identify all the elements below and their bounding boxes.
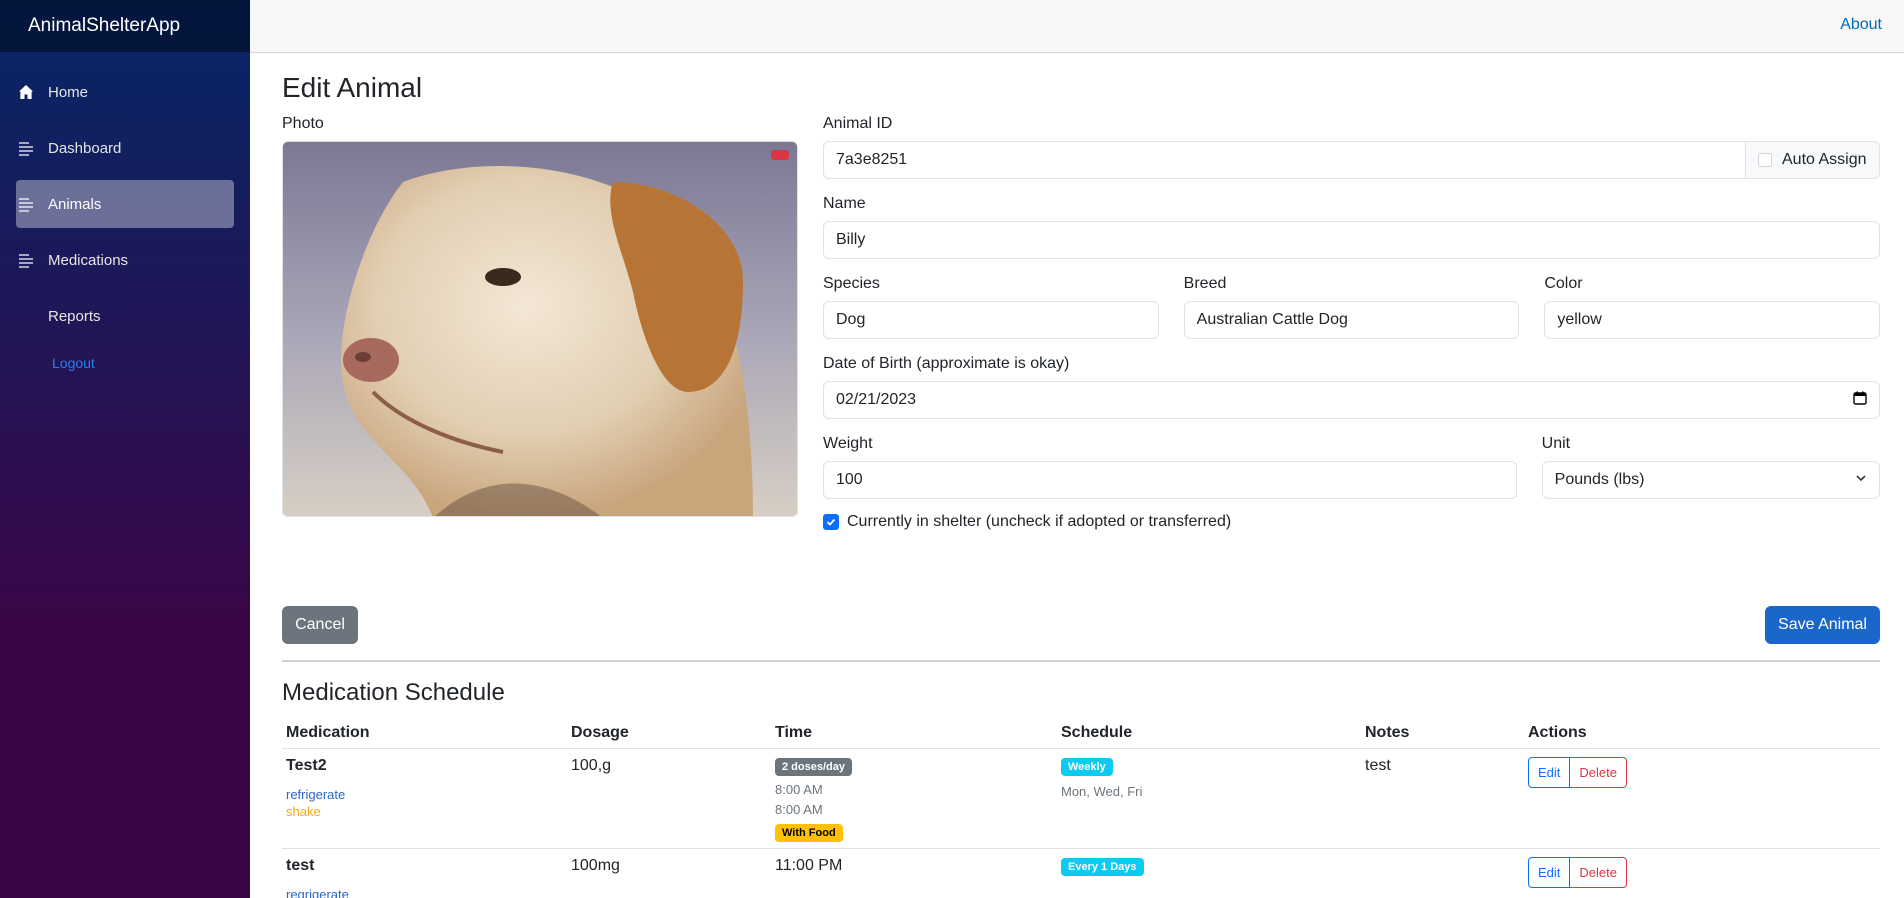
photo-label: Photo [282, 115, 324, 132]
photo-section: Photo [282, 115, 798, 517]
main-content: Edit Animal Photo Animal ID 7a3e8251 Aut… [282, 53, 1881, 898]
brand-link[interactable]: AnimalShelterApp [28, 15, 180, 37]
notes-cell [1361, 848, 1524, 898]
weight-input[interactable]: 100 [823, 461, 1517, 499]
auto-assign-label: Auto Assign [1782, 151, 1867, 168]
medication-name: test [286, 856, 315, 874]
chevron-down-icon [1855, 471, 1867, 489]
time-cell: 11:00 PM [771, 848, 1057, 898]
col-schedule: Schedule [1057, 718, 1361, 749]
animal-form: Animal ID 7a3e8251 Auto Assign Name Bill… [823, 115, 1881, 531]
doses-badge: 2 doses/day [775, 757, 852, 776]
col-notes: Notes [1361, 718, 1524, 749]
calendar-icon[interactable] [1853, 391, 1867, 410]
animal-photo[interactable] [282, 141, 798, 517]
sidebar-item-animals[interactable]: Animals [16, 180, 234, 228]
instructions: refrigerate shake [286, 785, 563, 819]
color-input[interactable]: yellow [1544, 301, 1881, 339]
instruction-item: refrigerate [286, 786, 346, 802]
top-bar: About [250, 0, 1904, 53]
about-link[interactable]: About [1840, 16, 1882, 34]
col-actions: Actions [1524, 718, 1880, 749]
sidebar-item-home[interactable]: Home [16, 68, 234, 116]
species-input[interactable]: Dog [823, 301, 1159, 339]
schedule-badge: Weekly [1061, 757, 1113, 776]
auto-assign-toggle[interactable]: Auto Assign [1746, 141, 1880, 179]
edit-button[interactable]: Edit [1528, 756, 1571, 788]
delete-button[interactable]: Delete [1570, 856, 1627, 888]
dog-photo-image [283, 142, 797, 516]
notes-cell: test [1361, 748, 1524, 849]
instruction-item: shake [286, 803, 321, 819]
color-label: Color [1544, 275, 1583, 292]
list-icon [18, 252, 34, 268]
in-shelter-checkbox[interactable] [823, 514, 839, 530]
sidebar-item-label: Reports [48, 307, 101, 325]
blank-icon [18, 308, 34, 324]
sidebar-item-label: Animals [48, 195, 102, 213]
dosage-cell: 100mg [567, 848, 771, 898]
name-label: Name [823, 195, 866, 212]
weight-label: Weight [823, 435, 873, 452]
time-item: 8:00 AM [775, 801, 823, 817]
animal-id-group: 7a3e8251 Auto Assign [823, 141, 1880, 179]
sidebar: AnimalShelterApp Home Dashboard Animals … [0, 0, 250, 898]
home-icon [18, 84, 34, 100]
section-divider [282, 660, 1880, 662]
dob-value: 02/21/2023 [836, 391, 917, 408]
cancel-button[interactable]: Cancel [282, 606, 358, 644]
dob-input[interactable]: 02/21/2023 [823, 381, 1880, 419]
logout-link[interactable]: Logout [16, 348, 234, 378]
sidebar-item-label: Dashboard [48, 139, 122, 157]
sidebar-item-reports[interactable]: Reports [16, 292, 234, 340]
instruction-item: regrigerate [286, 886, 349, 898]
table-header-row: Medication Dosage Time Schedule Notes Ac… [282, 718, 1880, 749]
schedule-days: Mon, Wed, Fri [1061, 783, 1143, 799]
schedule-badge: Every 1 Days [1061, 857, 1144, 876]
sidebar-item-label: Medications [48, 251, 129, 269]
remove-photo-button[interactable] [771, 150, 789, 160]
unit-select[interactable]: Pounds (lbs) [1541, 461, 1880, 499]
medication-table: Medication Dosage Time Schedule Notes Ac… [282, 718, 1880, 898]
dosage-cell: 100,g [567, 748, 771, 849]
time-item: 8:00 AM [775, 781, 823, 797]
name-input[interactable]: Billy [823, 221, 1880, 259]
sidebar-item-label: Home [48, 83, 89, 101]
breed-label: Breed [1183, 275, 1227, 292]
sidebar-nav: Home Dashboard Animals Medications Repor… [0, 68, 250, 378]
medication-name: Test2 [286, 756, 327, 774]
delete-button[interactable]: Delete [1570, 756, 1627, 788]
medication-schedule-title: Medication Schedule [282, 679, 505, 706]
col-time: Time [771, 718, 1057, 749]
in-shelter-row[interactable]: Currently in shelter (uncheck if adopted… [823, 513, 1880, 531]
table-row: test regrigerate 100mg 11:00 PM Every 1 … [282, 848, 1880, 898]
row-actions: Edit Delete [1528, 856, 1627, 888]
in-shelter-label: Currently in shelter (uncheck if adopted… [847, 513, 1232, 530]
logout-label: Logout [52, 355, 95, 371]
animal-id-input[interactable]: 7a3e8251 [823, 141, 1746, 179]
brand-bar: AnimalShelterApp [0, 0, 250, 52]
auto-assign-checkbox[interactable] [1758, 153, 1772, 167]
breed-input[interactable]: Australian Cattle Dog [1183, 301, 1520, 339]
edit-button[interactable]: Edit [1528, 856, 1571, 888]
list-icon [18, 196, 34, 212]
list-icon [18, 140, 34, 156]
row-actions: Edit Delete [1528, 756, 1627, 788]
food-badge: With Food [775, 823, 843, 842]
dob-label: Date of Birth (approximate is okay) [823, 355, 1070, 372]
col-medication: Medication [282, 718, 567, 749]
save-animal-button[interactable]: Save Animal [1765, 606, 1880, 644]
instructions: regrigerate [286, 885, 563, 898]
sidebar-item-dashboard[interactable]: Dashboard [16, 124, 234, 172]
unit-value: Pounds (lbs) [1554, 471, 1645, 488]
page-title: Edit Animal [282, 72, 423, 103]
unit-label: Unit [1541, 435, 1571, 452]
animal-id-label: Animal ID [823, 115, 893, 132]
sidebar-item-medications[interactable]: Medications [16, 236, 234, 284]
col-dosage: Dosage [567, 718, 771, 749]
species-label: Species [823, 275, 880, 292]
table-row: Test2 refrigerate shake 100,g 2 doses/da… [282, 748, 1880, 849]
